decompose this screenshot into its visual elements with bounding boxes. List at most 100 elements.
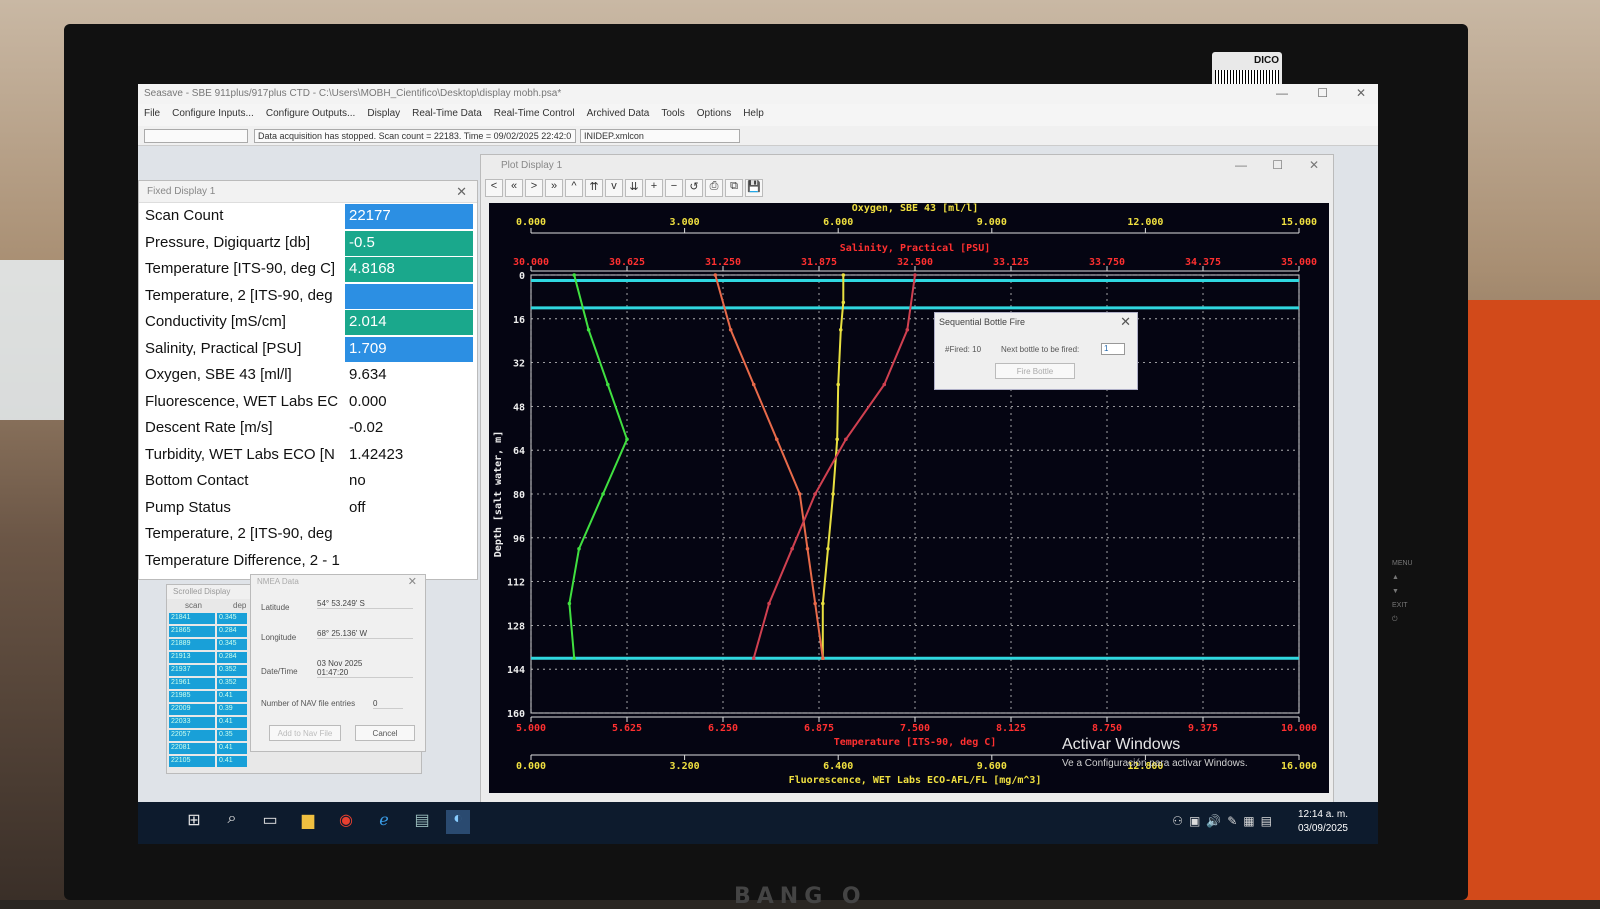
scrolled-row: 21913 0.284 — [169, 652, 255, 664]
copy-icon[interactable]: ⧉ — [725, 179, 743, 197]
latitude-label: Latitude — [261, 603, 290, 612]
series-point — [790, 546, 794, 551]
fixed-display-row: Pressure, Digiquartz [db] -0.5 — [139, 230, 477, 257]
fixed-display-value — [345, 283, 473, 309]
menu-options[interactable]: Options — [697, 108, 731, 122]
axis-tick-label: 0.000 — [516, 761, 546, 772]
system-tray-icons[interactable]: ⚇▣🔊✎▦▤ — [1172, 814, 1278, 828]
depth-cell: 0.284 — [217, 652, 247, 663]
scrolled-row: 21961 0.352 — [169, 678, 255, 690]
page-left-icon[interactable]: « — [505, 179, 523, 197]
axis-tick-label: 33.125 — [993, 257, 1029, 268]
fixed-display-label: Temperature Difference, 2 - 1 — [145, 551, 340, 569]
maximize-icon[interactable]: ☐ — [1317, 86, 1328, 100]
fixed-display-row: Turbidity, WET Labs ECO [N 1.42423 — [139, 442, 477, 469]
menu-help[interactable]: Help — [743, 108, 764, 122]
sequential-bottle-fire-dialog: Sequential Bottle Fire ✕ #Fired: 10 Next… — [934, 312, 1138, 390]
add-to-nav-file-button[interactable]: Add to Nav File — [269, 725, 341, 741]
chrome-icon[interactable]: ◉ — [334, 810, 358, 834]
fixed-display-value: 0.000 — [349, 392, 387, 410]
depth-cell: 0.352 — [217, 665, 247, 676]
minimize-icon[interactable]: — — [1235, 158, 1247, 172]
fixed-display-value: 9.634 — [349, 366, 387, 383]
scan-cell: 21889 — [169, 639, 215, 650]
page-up-icon[interactable]: ⇈ — [585, 179, 603, 197]
series-point — [751, 382, 756, 387]
menu-configure-outputs[interactable]: Configure Outputs... — [266, 108, 356, 122]
fixed-display-row: Fluorescence, WET Labs EC 0.000 — [139, 389, 477, 416]
depth-cell: 0.41 — [217, 717, 247, 728]
scrolled-row: 22057 0.35 — [169, 730, 255, 742]
fixed-display-rows: Scan Count 22177 Pressure, Digiquartz [db]… — [139, 203, 477, 574]
close-icon[interactable]: ✕ — [408, 575, 417, 588]
nav-entries-label: Number of NAV file entries — [261, 699, 356, 708]
file-explorer-icon[interactable]: ▆ — [296, 810, 320, 834]
maximize-icon[interactable]: ☐ — [1272, 158, 1283, 172]
axis-tick-label: 8.750 — [1092, 723, 1122, 734]
taskbar-clock[interactable]: 12:14 a. m. 03/09/2025 — [1298, 808, 1348, 836]
menu-configure-inputs[interactable]: Configure Inputs... — [172, 108, 254, 122]
menu-real-time-data[interactable]: Real-Time Data — [412, 108, 482, 122]
task-view-icon[interactable]: ▭ — [258, 810, 282, 834]
search-icon[interactable]: ⌕ — [220, 810, 244, 834]
fixed-display-window: Fixed Display 1 ✕ Scan Count 22177 Pressur… — [138, 180, 478, 580]
nmea-dialog: NMEA Data ✕ Latitude 54° 53.249' S Longi… — [250, 574, 426, 752]
cancel-button[interactable]: Cancel — [355, 725, 415, 741]
menu-real-time-control[interactable]: Real-Time Control — [494, 108, 575, 122]
save-icon[interactable]: 💾 — [745, 179, 763, 197]
fixed-display-value: off — [349, 498, 366, 516]
menu-archived-data[interactable]: Archived Data — [587, 108, 650, 122]
axis-title: Fluorescence, WET Labs ECO-AFL/FL [mg/m^… — [789, 775, 1042, 786]
zoom-in-icon[interactable]: + — [645, 179, 663, 197]
reset-icon[interactable]: ↺ — [685, 179, 703, 197]
depth-tick-label: 128 — [507, 621, 525, 632]
depth-cell: 0.284 — [217, 626, 247, 637]
print-icon[interactable]: ⎙ — [705, 179, 723, 197]
scroll-right-icon[interactable]: > — [525, 179, 543, 197]
close-icon[interactable]: ✕ — [1120, 314, 1131, 330]
menu-file[interactable]: File — [144, 108, 160, 122]
status-row: Data acquisition has stopped. Scan count… — [138, 126, 1378, 146]
series-line — [821, 275, 845, 659]
screen: Seasave - SBE 911plus/917plus CTD - C:\U… — [138, 84, 1378, 844]
page-down-icon[interactable]: ⇊ — [625, 179, 643, 197]
axis-tick-label: 7.500 — [900, 723, 930, 734]
menu-tools[interactable]: Tools — [661, 108, 684, 122]
fixed-display-row: Temperature Difference, 2 - 1 — [139, 548, 477, 575]
start-icon[interactable]: ⊞ — [182, 810, 206, 834]
page-right-icon[interactable]: » — [545, 179, 563, 197]
scan-cell: 22081 — [169, 743, 215, 754]
scroll-left-icon[interactable]: < — [485, 179, 503, 197]
menu-display[interactable]: Display — [367, 108, 400, 122]
scroll-down-icon[interactable]: v — [605, 179, 623, 197]
seasave-icon[interactable]: ◐ — [446, 810, 470, 834]
series-point — [905, 327, 910, 332]
close-icon[interactable]: ✕ — [456, 184, 467, 200]
app-icon[interactable]: ▤ — [410, 810, 434, 834]
scroll-up-icon[interactable]: ^ — [565, 179, 583, 197]
close-icon[interactable]: ✕ — [1309, 158, 1319, 172]
series-point — [805, 546, 810, 551]
series-point — [774, 437, 779, 442]
fixed-display-value: 1.709 — [345, 336, 473, 362]
close-icon[interactable]: ✕ — [1356, 86, 1366, 100]
fire-bottle-button[interactable]: Fire Bottle — [995, 363, 1075, 379]
series-point — [841, 300, 846, 305]
scrolled-row: 22105 0.41 — [169, 756, 255, 768]
next-bottle-input[interactable]: 1 — [1101, 343, 1125, 355]
fixed-display-value: 1.42423 — [349, 445, 404, 463]
monitor-brand: BANG O — [734, 884, 867, 909]
series-point — [826, 546, 830, 551]
zoom-out-icon[interactable]: − — [665, 179, 683, 197]
depth-cell: 0.39 — [217, 704, 247, 715]
edge-icon[interactable]: ℯ — [372, 810, 396, 834]
monitor-side-buttons[interactable]: MENU ▲ ▼ EXIT ⏻ — [1392, 560, 1413, 624]
depth-tick-label: 80 — [513, 490, 525, 501]
series-point — [813, 492, 817, 496]
minimize-icon[interactable]: — — [1276, 86, 1288, 100]
depth-cell: 0.41 — [217, 691, 247, 702]
fixed-display-value: -0.02 — [349, 419, 384, 436]
taskbar: ⊞ ⌕ ▭ ▆ ◉ ℯ ▤ ◐ ⚇▣🔊✎▦▤ 12:14 a. m. 03/09… — [138, 802, 1378, 844]
fixed-display-row: Temperature, 2 [ITS-90, deg — [139, 283, 477, 310]
depth-tick-label: 112 — [507, 578, 525, 589]
